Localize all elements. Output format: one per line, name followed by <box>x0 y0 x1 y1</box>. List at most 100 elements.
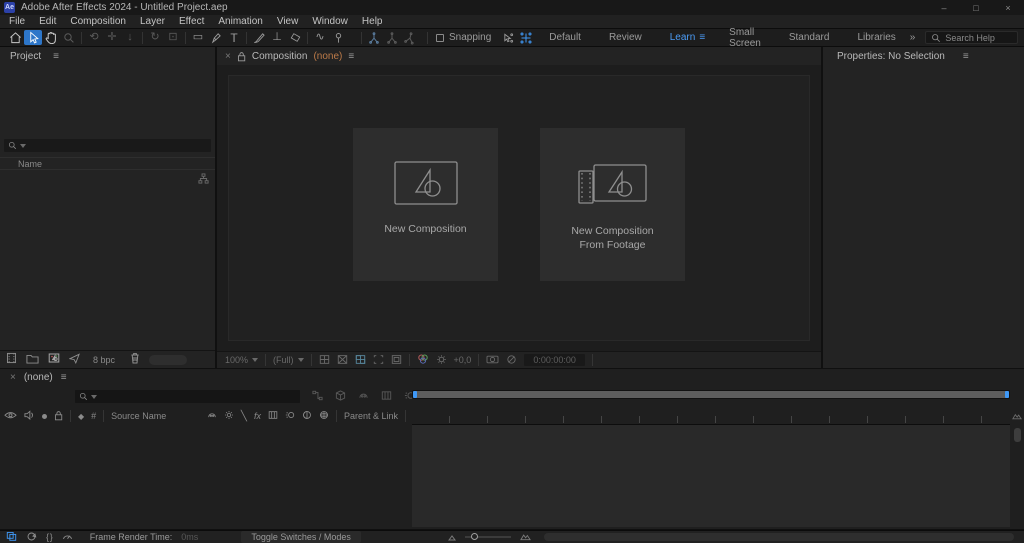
resolution-dropdown[interactable]: (Full) <box>273 355 304 365</box>
home-button[interactable] <box>6 30 24 45</box>
toggle-transfer-controls-pane-icon[interactable] <box>26 531 37 543</box>
menu-effect[interactable]: Effect <box>172 16 211 27</box>
search-options-caret[interactable] <box>20 143 26 148</box>
workspace-tab-standard[interactable]: Standard <box>775 32 844 43</box>
project-search-box[interactable] <box>4 139 211 152</box>
mask-visibility-icon[interactable] <box>337 354 348 367</box>
menu-file[interactable]: File <box>2 16 32 27</box>
comp-marker-bin-icon[interactable] <box>1012 411 1022 423</box>
work-area-track[interactable] <box>412 390 1010 399</box>
hand-tool[interactable] <box>42 30 60 45</box>
brush-tool[interactable] <box>250 30 268 45</box>
menu-layer[interactable]: Layer <box>133 16 172 27</box>
transparency-grid-icon[interactable] <box>355 354 366 367</box>
timecode-display[interactable]: 0:00:00:00 <box>524 354 585 366</box>
project-panel-title[interactable]: Project <box>10 51 41 62</box>
workspace-tab-small-screen[interactable]: Small Screen <box>715 27 775 49</box>
show-snapshot-icon[interactable] <box>506 354 517 367</box>
workspace-tab-libraries[interactable]: Libraries <box>843 32 909 43</box>
world-axis-mode-icon[interactable] <box>383 30 401 45</box>
frame-blending-icon[interactable] <box>381 390 392 404</box>
menu-animation[interactable]: Animation <box>211 16 269 27</box>
region-of-interest-icon[interactable] <box>373 354 384 367</box>
toggle-render-time-pane-icon[interactable] <box>62 531 73 543</box>
new-composition-button[interactable]: New Composition <box>353 128 498 281</box>
draft-3d-icon[interactable] <box>335 390 346 404</box>
new-composition-from-footage-button[interactable]: New Composition From Footage <box>540 128 685 281</box>
view-axis-mode-icon[interactable] <box>401 30 419 45</box>
scrollbar-thumb[interactable] <box>1014 428 1021 442</box>
toggle-in-out-panes-icon[interactable]: { } <box>46 532 53 542</box>
timeline-tab[interactable]: × (none) ≡ <box>0 369 1024 386</box>
channels-icon[interactable] <box>417 353 429 367</box>
snap-options-icon[interactable] <box>517 30 535 45</box>
selection-tool[interactable] <box>24 30 42 45</box>
dolly-camera-tool[interactable]: ↓ <box>121 30 139 45</box>
pen-tool[interactable] <box>207 30 225 45</box>
timeline-zoom-slider[interactable] <box>464 533 511 540</box>
tab-close-icon[interactable]: × <box>10 372 16 383</box>
exposure-gear-icon[interactable] <box>436 354 447 367</box>
zoom-slider-knob[interactable] <box>470 533 478 540</box>
workspace-tab-learn[interactable]: Learn <box>656 32 700 43</box>
preview-quality-icon[interactable] <box>391 354 402 367</box>
new-composition-icon[interactable] <box>48 352 60 367</box>
mini-flowchart-icon[interactable] <box>312 390 323 404</box>
project-name-column-header[interactable]: Name <box>0 157 215 170</box>
camera-tool[interactable]: ⊡ <box>164 30 182 45</box>
puppet-pin-tool[interactable] <box>329 30 347 45</box>
close-button[interactable]: × <box>992 0 1024 15</box>
local-axis-mode-icon[interactable] <box>365 30 383 45</box>
exposure-offset-value[interactable]: +0,0 <box>454 355 472 365</box>
search-help-box[interactable] <box>925 31 1018 44</box>
search-help-input[interactable] <box>945 32 1012 43</box>
composition-panel-menu-icon[interactable]: ≡ <box>348 51 354 62</box>
menu-edit[interactable]: Edit <box>32 16 63 27</box>
menu-help[interactable]: Help <box>355 16 390 27</box>
time-ruler[interactable] <box>412 408 1010 424</box>
lock-icon[interactable] <box>237 51 246 62</box>
workspace-tab-review[interactable]: Review <box>595 32 656 43</box>
source-name-column[interactable]: Source Name <box>111 411 166 421</box>
snapshot-camera-icon[interactable] <box>486 354 499 367</box>
tab-close-icon[interactable]: × <box>225 51 231 62</box>
work-area-end-handle[interactable] <box>1005 391 1009 398</box>
clone-stamp-tool[interactable]: ⊥ <box>268 30 286 45</box>
workspace-tab-default[interactable]: Default <box>535 32 595 43</box>
zoom-in-frames-icon[interactable] <box>520 531 531 543</box>
snap-arrow-icon[interactable] <box>499 30 517 45</box>
menu-view[interactable]: View <box>270 16 306 27</box>
maximize-button[interactable]: □ <box>960 0 992 15</box>
minimize-button[interactable]: – <box>928 0 960 15</box>
properties-panel-title[interactable]: Properties: No Selection <box>837 51 945 62</box>
rotation-tool[interactable]: ↻ <box>146 30 164 45</box>
toggle-layer-switches-pane-icon[interactable] <box>6 530 17 543</box>
toggle-switches-modes-button[interactable]: Toggle Switches / Modes <box>241 531 361 543</box>
flowchart-icon[interactable] <box>198 173 209 187</box>
timeline-track-area[interactable] <box>412 424 1010 527</box>
hide-shy-layers-icon[interactable] <box>358 390 369 404</box>
snapping-checkbox[interactable] <box>436 33 444 42</box>
rectangle-tool[interactable]: ▭ <box>189 30 207 45</box>
timeline-search-box[interactable] <box>75 390 300 403</box>
parent-link-column[interactable]: Parent & Link <box>344 411 398 421</box>
timeline-panel-menu-icon[interactable]: ≡ <box>61 372 67 383</box>
delete-trash-icon[interactable] <box>130 352 140 367</box>
paper-plane-icon[interactable] <box>69 353 80 367</box>
pan-camera-tool[interactable]: ✛ <box>103 30 121 45</box>
orbit-camera-tool[interactable]: ⟲ <box>85 30 103 45</box>
eraser-tool[interactable] <box>286 30 304 45</box>
magnification-dropdown[interactable]: 100% <box>225 355 259 365</box>
composition-tab[interactable]: × Composition (none) ≡ <box>217 47 821 65</box>
timeline-horizontal-scrollbar[interactable] <box>543 533 1014 541</box>
grid-guides-icon[interactable] <box>319 354 330 367</box>
search-options-caret[interactable] <box>91 394 97 399</box>
work-area-bar[interactable] <box>413 391 1009 398</box>
workspace-overflow-chevron[interactable]: » <box>910 32 916 43</box>
work-area-start-handle[interactable] <box>413 391 417 398</box>
project-panel-menu-icon[interactable]: ≡ <box>53 51 59 62</box>
interpret-footage-icon[interactable] <box>6 352 17 367</box>
timeline-vertical-scrollbar[interactable] <box>1013 426 1022 527</box>
menu-composition[interactable]: Composition <box>63 16 133 27</box>
menu-window[interactable]: Window <box>305 16 355 27</box>
